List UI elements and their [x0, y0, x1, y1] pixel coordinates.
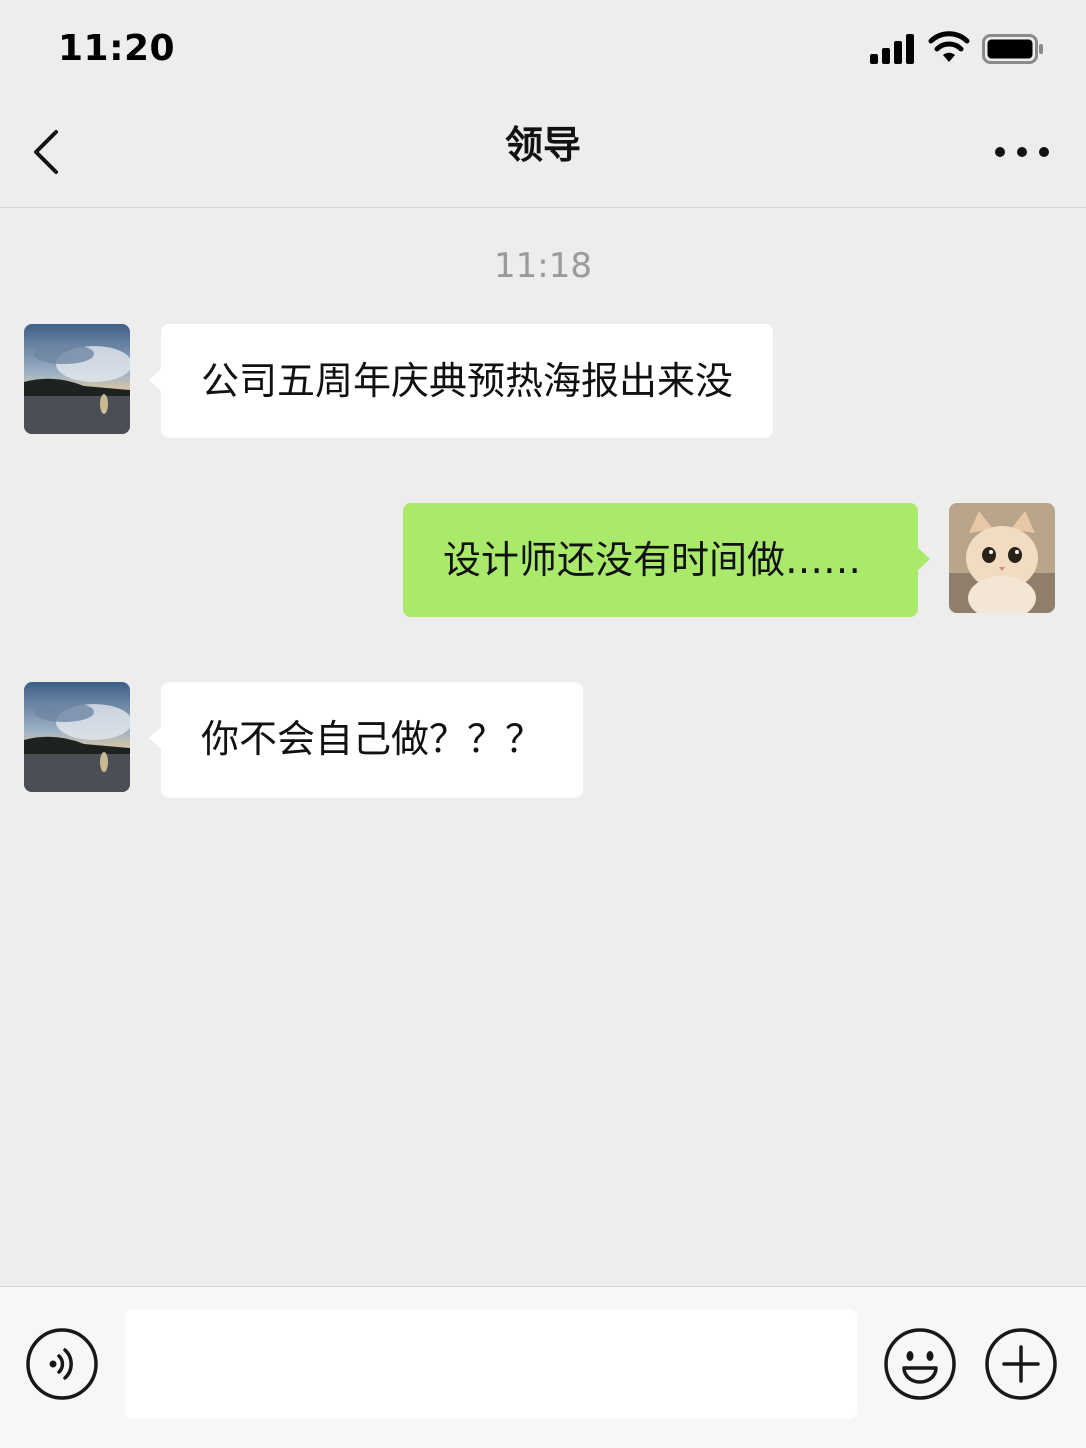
status-bar: 11:20 [0, 0, 1086, 96]
message-timestamp: 11:18 [494, 246, 592, 286]
more-dots-icon[interactable] [990, 132, 1054, 172]
battery-icon [982, 34, 1043, 64]
chat-area: 11:18 公司五周年庆典预热海报出来没 设计师还没有时间做…… 你不会自己做？… [0, 208, 1086, 1286]
emoji-icon[interactable] [883, 1327, 957, 1401]
signal-icon [870, 34, 914, 64]
cat-avatar[interactable] [949, 503, 1055, 613]
message-bubble-incoming[interactable]: 公司五周年庆典预热海报出来没 [148, 324, 774, 438]
message-bubble-outgoing[interactable]: 设计师还没有时间做…… [403, 503, 930, 617]
message-text: 设计师还没有时间做…… [443, 538, 862, 582]
chat-title: 领导 [504, 123, 581, 167]
landscape-avatar[interactable] [24, 682, 130, 792]
message-text: 你不会自己做？？？ [201, 717, 544, 761]
message-text: 公司五周年庆典预热海报出来没 [201, 359, 734, 403]
input-bar [0, 1286, 1086, 1448]
message-bubble-incoming[interactable]: 你不会自己做？？？ [148, 682, 584, 798]
status-time: 11:20 [58, 28, 176, 69]
message-input[interactable] [125, 1309, 857, 1419]
chat-screen: 11:20 领导 11:18 公司五周年庆典预热海报出来没 设计师还没有时间做…… [0, 0, 1086, 1448]
voice-icon[interactable] [25, 1327, 99, 1401]
nav-bar: 领导 [0, 96, 1086, 208]
wifi-icon [928, 31, 970, 62]
plus-icon[interactable] [984, 1327, 1058, 1401]
landscape-avatar[interactable] [24, 324, 130, 434]
